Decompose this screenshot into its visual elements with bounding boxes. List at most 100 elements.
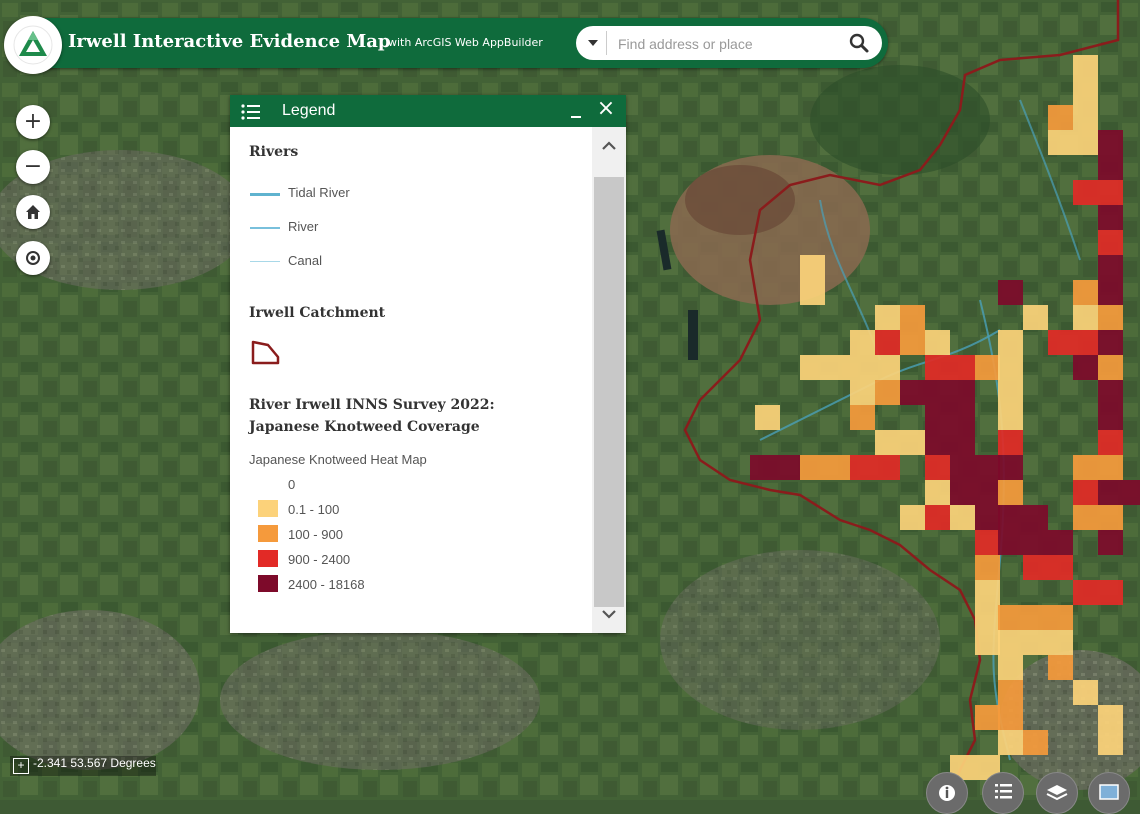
heatmap-cell xyxy=(998,480,1023,505)
scroll-down-button[interactable] xyxy=(600,605,618,623)
heatmap-cell xyxy=(1073,680,1098,705)
heatmap-cell xyxy=(875,455,900,480)
river-swatch xyxy=(250,227,280,229)
heatmap-cell xyxy=(998,330,1023,355)
heatmap-cell xyxy=(1048,105,1073,130)
heatmap-cell xyxy=(1098,380,1123,405)
locate-button[interactable] xyxy=(16,241,50,275)
heatmap-cell xyxy=(900,505,925,530)
heatmap-cell xyxy=(1098,505,1123,530)
home-icon xyxy=(26,205,40,219)
heatmap-cell xyxy=(1098,255,1123,280)
search-button[interactable] xyxy=(848,32,870,54)
legend-panel-title: Legend xyxy=(282,102,336,119)
heatmap-cell xyxy=(1098,405,1123,430)
heatmap-cell xyxy=(900,380,925,405)
layer-list-button[interactable] xyxy=(1036,772,1078,814)
heatmap-cell xyxy=(975,355,1000,380)
heatmap-cell xyxy=(1048,605,1073,630)
heatmap-cell xyxy=(850,405,875,430)
heatmap-cell xyxy=(975,630,1000,655)
heatmap-cell xyxy=(998,505,1023,530)
legend-section-title: River Irwell INNS Survey 2022: xyxy=(249,397,495,413)
heatmap-cell xyxy=(998,680,1023,705)
heatmap-cell xyxy=(1098,330,1123,355)
legend-widget-button[interactable] xyxy=(982,772,1024,814)
heatmap-cell xyxy=(1073,330,1098,355)
home-button[interactable] xyxy=(16,195,50,229)
heatmap-cell xyxy=(1073,80,1098,105)
legend-section-subtitle: Japanese Knotweed Coverage xyxy=(249,419,480,435)
heatmap-cell xyxy=(998,630,1023,655)
heatmap-cell xyxy=(998,730,1023,755)
coordinate-toggle-button[interactable]: + xyxy=(13,758,29,774)
triangle-logo-icon xyxy=(13,25,53,65)
heatmap-cell xyxy=(875,430,900,455)
legend-layer-name: Japanese Knotweed Heat Map xyxy=(249,452,427,467)
info-icon xyxy=(939,785,955,801)
heatmap-cell xyxy=(1073,455,1098,480)
heatmap-cell xyxy=(850,355,875,380)
heatmap-cell xyxy=(850,380,875,405)
heatmap-cell xyxy=(1098,455,1123,480)
zoom-out-button[interactable]: − xyxy=(16,150,50,184)
heatmap-cell xyxy=(925,455,950,480)
heatmap-cell xyxy=(1023,730,1048,755)
minimize-button[interactable] xyxy=(568,97,588,121)
heatmap-cell xyxy=(1073,480,1098,505)
legend-scrollbar[interactable] xyxy=(592,127,626,633)
heatmap-cell xyxy=(925,355,950,380)
heatmap-cell xyxy=(998,655,1023,680)
heatmap-cell xyxy=(1073,105,1098,130)
layers-icon xyxy=(1046,785,1068,801)
tidal-river-swatch xyxy=(250,193,280,196)
chevron-down-icon xyxy=(602,610,616,619)
close-button[interactable]: × xyxy=(595,96,617,121)
heatmap-cell xyxy=(1098,530,1123,555)
heatmap-cell xyxy=(800,255,825,280)
heatmap-cell xyxy=(925,480,950,505)
heatmap-cell xyxy=(900,430,925,455)
heatmap-cell xyxy=(1123,480,1140,505)
heatmap-cell xyxy=(1048,555,1073,580)
heatmap-cell xyxy=(950,355,975,380)
heatmap-cell xyxy=(1073,130,1098,155)
legend-class-label: 0 xyxy=(288,477,296,492)
basemap-button[interactable] xyxy=(1088,772,1130,814)
heatmap-cell xyxy=(1073,505,1098,530)
color-swatch xyxy=(258,525,278,542)
heatmap-cell xyxy=(1048,530,1073,555)
minimize-icon xyxy=(571,116,581,118)
search-source-dropdown[interactable] xyxy=(582,31,607,55)
search-input[interactable] xyxy=(616,31,840,57)
canal-swatch xyxy=(250,261,280,262)
heatmap-cell xyxy=(925,330,950,355)
heatmap-cell xyxy=(998,705,1023,730)
heatmap-cell xyxy=(1023,555,1048,580)
heatmap-cell xyxy=(950,455,975,480)
heatmap-cell xyxy=(850,330,875,355)
legend-item-label: Canal xyxy=(288,253,322,268)
plus-icon: + xyxy=(23,109,43,134)
scroll-up-button[interactable] xyxy=(600,137,618,155)
heatmap-cell xyxy=(750,455,775,480)
basemap-icon xyxy=(1099,784,1119,800)
heatmap-cell xyxy=(950,380,975,405)
close-icon: × xyxy=(596,96,616,121)
heatmap-cell xyxy=(875,305,900,330)
heatmap-cell xyxy=(925,380,950,405)
heatmap-cell xyxy=(1048,630,1073,655)
heatmap-cell xyxy=(1023,530,1048,555)
about-button[interactable] xyxy=(926,772,968,814)
heatmap-cell xyxy=(1073,580,1098,605)
heatmap-cell xyxy=(925,505,950,530)
coordinate-text: -2.341 53.567 Degrees xyxy=(33,756,156,770)
zoom-in-button[interactable]: + xyxy=(16,105,50,139)
catchment-polygon-icon xyxy=(251,340,280,365)
scroll-thumb[interactable] xyxy=(594,177,624,607)
heatmap-cell xyxy=(1098,730,1123,755)
app-logo xyxy=(4,16,62,74)
heatmap-cell xyxy=(1098,305,1123,330)
heatmap-cell xyxy=(1023,305,1048,330)
heatmap-cell xyxy=(998,405,1023,430)
